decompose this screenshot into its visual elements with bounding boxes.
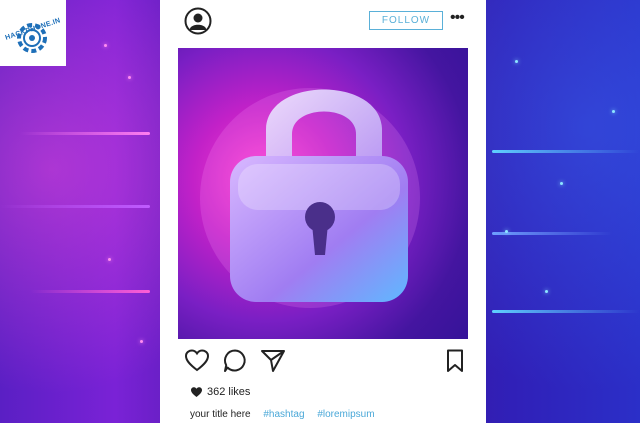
comment-icon[interactable] <box>222 348 248 374</box>
lock-icon <box>230 89 408 302</box>
light-beam <box>492 150 640 153</box>
post-actions <box>160 348 486 376</box>
caption-title: your title here <box>190 409 251 420</box>
hashtag-link[interactable]: #loremipsum <box>317 409 374 420</box>
more-icon[interactable]: ••• <box>450 10 466 27</box>
light-beam <box>20 132 150 135</box>
post-header: FOLLOW ••• <box>160 0 486 44</box>
light-beam <box>0 205 150 208</box>
light-dot <box>612 110 615 113</box>
post-card: FOLLOW ••• 362 likes your title here #ha… <box>160 0 486 423</box>
post-caption: your title here #hashtag #loremipsum <box>190 409 375 420</box>
light-dot <box>505 230 508 233</box>
light-dot <box>104 44 107 47</box>
light-dot <box>140 340 143 343</box>
light-dot <box>128 76 131 79</box>
hashtag-link[interactable]: #hashtag <box>263 409 304 420</box>
avatar-icon[interactable] <box>184 7 212 35</box>
bookmark-icon[interactable] <box>442 348 468 374</box>
likes-count[interactable]: 362 likes <box>207 386 250 398</box>
heart-filled-icon <box>191 387 202 397</box>
heart-icon[interactable] <box>184 348 210 374</box>
light-beam <box>30 290 150 293</box>
light-dot <box>545 290 548 293</box>
post-image <box>178 48 468 339</box>
light-dot <box>560 182 563 185</box>
light-dot <box>515 60 518 63</box>
site-logo: HACKPHONE.IN <box>0 0 66 66</box>
likes-row: 362 likes <box>190 386 250 398</box>
share-icon[interactable] <box>260 348 286 374</box>
light-beam <box>492 232 612 235</box>
light-beam <box>492 310 640 313</box>
follow-button[interactable]: FOLLOW <box>369 11 443 30</box>
light-dot <box>108 258 111 261</box>
